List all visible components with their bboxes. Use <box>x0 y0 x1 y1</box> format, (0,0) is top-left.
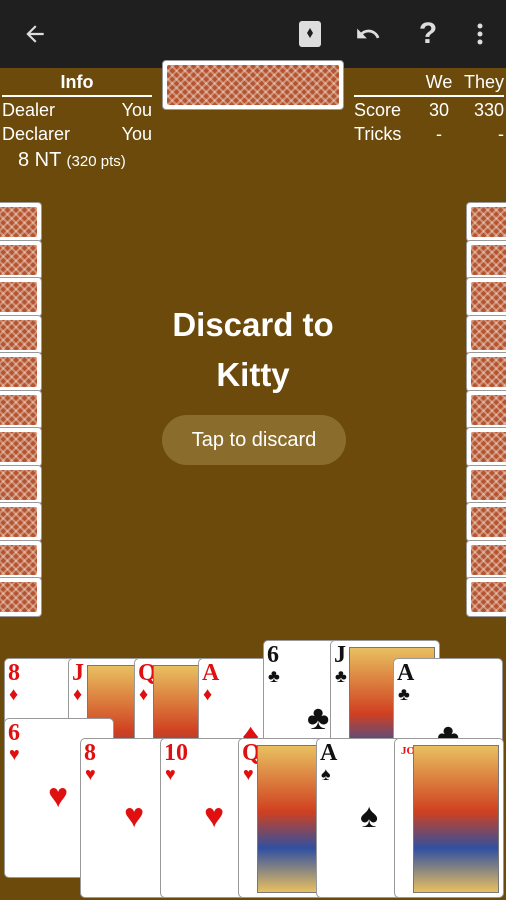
score-they: 330 <box>473 100 504 120</box>
card-back <box>466 539 506 580</box>
card-rank: J <box>334 642 346 668</box>
contract: 8 NT (320 pts) <box>2 149 152 172</box>
score-we: 30 <box>428 100 450 120</box>
card-suit-icon: ♠ <box>321 764 331 784</box>
card-rank: 8 <box>8 660 20 686</box>
score-header: We They <box>354 72 504 97</box>
more-options-button[interactable] <box>460 14 500 54</box>
tricks-they: - <box>498 124 504 144</box>
card-back <box>0 502 42 542</box>
help-button[interactable]: ? <box>408 14 448 54</box>
card-back <box>466 502 506 542</box>
card-suit-icon: ♣ <box>268 666 280 686</box>
contract-points: (320 pts) <box>66 153 126 170</box>
we-label: We <box>425 72 453 92</box>
card-rank: J <box>72 660 84 686</box>
card-back <box>466 464 506 505</box>
top-app-bar: ? <box>0 0 506 68</box>
tricks-label: Tricks <box>354 124 402 144</box>
card-rank: A <box>320 740 338 766</box>
card-suit-icon: ♥ <box>165 764 176 784</box>
card-back <box>466 239 506 280</box>
card-back <box>466 352 506 392</box>
card-suit-icon: ♦ <box>73 684 83 704</box>
card-back <box>466 277 506 317</box>
tricks-row: Tricks - - <box>354 124 504 145</box>
card-pip-icon: ♥ <box>48 777 69 815</box>
arrow-back-icon <box>26 25 44 43</box>
info-title: Info <box>2 72 152 97</box>
tricks-we: - <box>436 124 442 144</box>
card-back <box>162 60 344 110</box>
card-suit-icon: ♥ <box>85 764 96 784</box>
card-suit-icon: ♦ <box>203 684 213 704</box>
status-message-line1: Discard to <box>172 306 334 343</box>
card-suit-icon: ♣ <box>335 666 347 686</box>
card-pip-icon: ♠ <box>360 797 379 835</box>
score-label: Score <box>354 100 402 120</box>
score-row: Score 30 330 <box>354 100 504 121</box>
status-message: Discard to Kitty <box>120 300 386 400</box>
they-label: They <box>463 72 504 92</box>
score-panel: We They Score 30 330 Tricks - - <box>354 72 504 145</box>
card-suit-icon: ♣ <box>398 684 410 704</box>
card-back <box>0 539 42 580</box>
card-back <box>466 577 506 617</box>
card-deck-button[interactable] <box>290 14 330 54</box>
card-back <box>466 202 506 242</box>
card-back <box>0 427 42 467</box>
card-back <box>0 577 42 617</box>
card-back <box>0 352 42 392</box>
card-rank: A <box>202 660 220 686</box>
dealer-label: Dealer <box>2 100 56 120</box>
dealer-row: Dealer You <box>2 100 152 121</box>
declarer-label: Declarer <box>2 124 71 144</box>
hand-card[interactable]: JOKER <box>394 738 504 898</box>
card-back <box>466 389 506 430</box>
card-suit-icon: ♦ <box>139 684 149 704</box>
card-back <box>466 314 506 355</box>
declarer-row: Declarer You <box>2 124 152 145</box>
card-pip-icon: ♣ <box>307 699 330 737</box>
card-back <box>0 464 42 505</box>
card-rank: 10 <box>164 740 188 766</box>
card-suit-icon: ♥ <box>243 764 254 784</box>
court-figure-icon <box>413 745 499 893</box>
card-back <box>0 389 42 430</box>
card-rank: 8 <box>84 740 96 766</box>
back-button[interactable] <box>15 14 55 54</box>
tap-to-discard-button[interactable]: Tap to discard <box>162 415 346 465</box>
card-back <box>0 314 42 355</box>
undo-icon <box>357 28 380 39</box>
card-rank: 6 <box>267 642 279 668</box>
undo-button[interactable] <box>348 14 388 54</box>
card-rank: A <box>397 660 415 686</box>
card-back <box>0 277 42 317</box>
declarer-value: You <box>121 124 152 144</box>
dealer-value: You <box>121 100 152 120</box>
card-pip-icon: ♥ <box>204 797 225 835</box>
card-back <box>0 239 42 280</box>
card-back <box>466 427 506 467</box>
status-message-line2: Kitty <box>216 356 290 393</box>
card-back <box>0 202 42 242</box>
card-deck-icon <box>299 21 321 47</box>
card-pip-icon: ♥ <box>124 797 145 835</box>
card-suit-icon: ♦ <box>9 684 19 704</box>
card-rank: 6 <box>8 720 20 746</box>
more-vert-icon <box>477 23 483 45</box>
card-suit-icon: ♥ <box>9 744 20 764</box>
help-icon: ? <box>418 17 438 50</box>
contract-bid: 8 NT <box>18 149 61 171</box>
info-panel: Info Dealer You Declarer You 8 NT (320 p… <box>2 72 152 172</box>
